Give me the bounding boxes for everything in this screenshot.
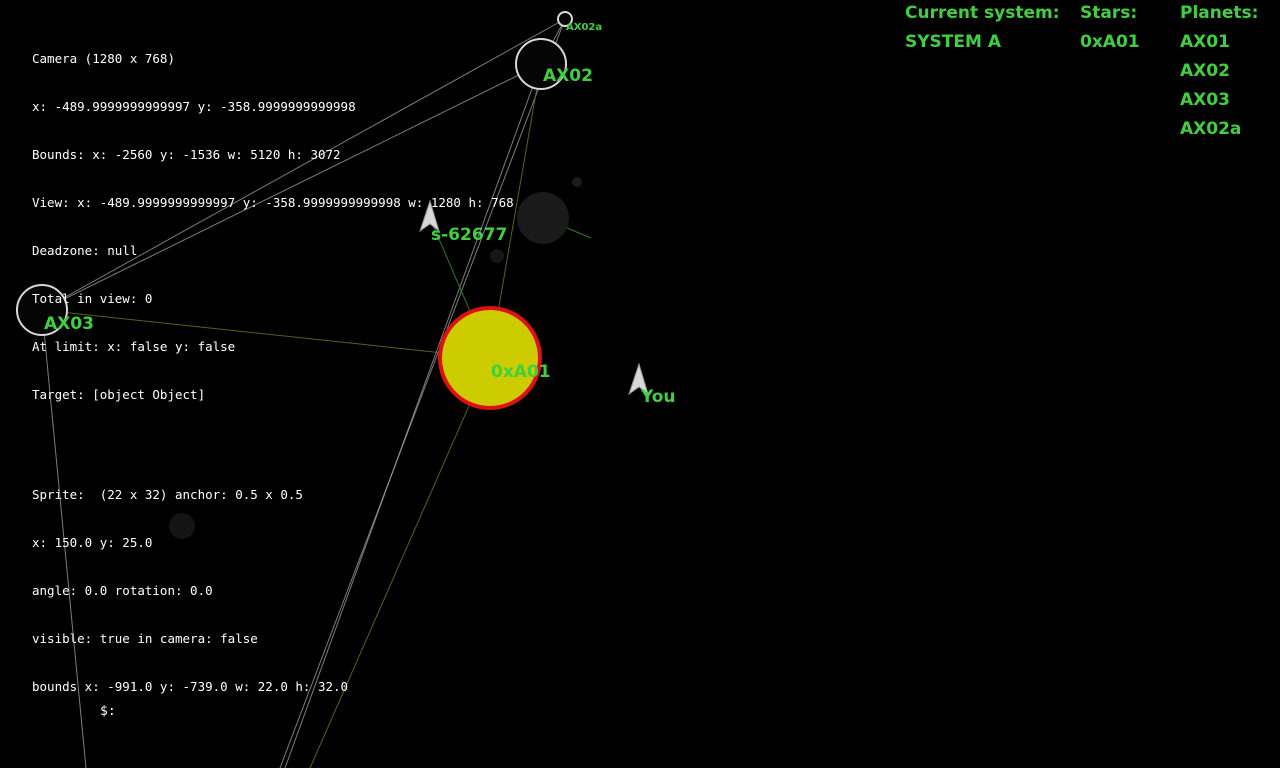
planet-ax03-label: AX03 bbox=[44, 314, 94, 334]
hud-planet-item[interactable]: AX02a bbox=[1180, 118, 1258, 147]
ship-player-label: You bbox=[641, 387, 676, 407]
debug-angle: angle: 0.0 rotation: 0.0 bbox=[32, 583, 213, 598]
hud-star-item[interactable]: 0xA01 bbox=[1080, 31, 1140, 60]
hud-stars: Stars: 0xA01 bbox=[1080, 2, 1140, 60]
hud-planets: Planets: AX01 AX02 AX03 AX02a bbox=[1180, 2, 1258, 147]
debug-visible: visible: true in camera: false bbox=[32, 631, 258, 646]
debug-spacer bbox=[32, 435, 514, 455]
camera-debug-panel: Camera (1280 x 768) x: -489.999999999999… bbox=[32, 19, 514, 727]
debug-bounds: Bounds: x: -2560 y: -1536 w: 5120 h: 307… bbox=[32, 147, 341, 162]
debug-sprite-bounds: bounds x: -991.0 y: -739.0 w: 22.0 h: 32… bbox=[32, 679, 349, 694]
console-prompt[interactable]: $: bbox=[100, 704, 116, 719]
ship-s62677-label: s-62677 bbox=[431, 225, 508, 245]
hud-current-system-value[interactable]: SYSTEM A bbox=[905, 31, 1060, 60]
faint-body bbox=[572, 177, 582, 187]
debug-camera-xy: x: -489.9999999999997 y: -358.9999999999… bbox=[32, 99, 356, 114]
hud-planets-label: Planets: bbox=[1180, 3, 1259, 23]
hud-planet-item[interactable]: AX01 bbox=[1180, 31, 1258, 60]
debug-total-in-view: Total in view: 0 bbox=[32, 291, 153, 306]
game-viewport[interactable]: Camera (1280 x 768) x: -489.999999999999… bbox=[0, 0, 1280, 768]
debug-camera: Camera (1280 x 768) bbox=[32, 51, 175, 66]
hud-stars-label: Stars: bbox=[1080, 3, 1138, 23]
hud-planet-item[interactable]: AX03 bbox=[1180, 89, 1258, 118]
debug-deadzone: Deadzone: null bbox=[32, 243, 138, 258]
star-0xa01-label: 0xA01 bbox=[491, 362, 551, 382]
hud-current-system-label: Current system: bbox=[905, 3, 1060, 23]
hud-planet-item[interactable]: AX02 bbox=[1180, 60, 1258, 89]
debug-target: Target: [object Object] bbox=[32, 387, 206, 402]
debug-view: View: x: -489.9999999999997 y: -358.9999… bbox=[32, 195, 514, 210]
hud-current-system: Current system: SYSTEM A bbox=[905, 2, 1060, 60]
faint-body bbox=[517, 192, 569, 244]
debug-sprite: Sprite: (22 x 32) anchor: 0.5 x 0.5 bbox=[32, 487, 303, 502]
debug-sprite-xy: x: 150.0 y: 25.0 bbox=[32, 535, 153, 550]
planet-ax02a-label: AX02a bbox=[566, 22, 603, 33]
debug-at-limit: At limit: x: false y: false bbox=[32, 339, 236, 354]
planet-ax02-label: AX02 bbox=[543, 66, 593, 86]
